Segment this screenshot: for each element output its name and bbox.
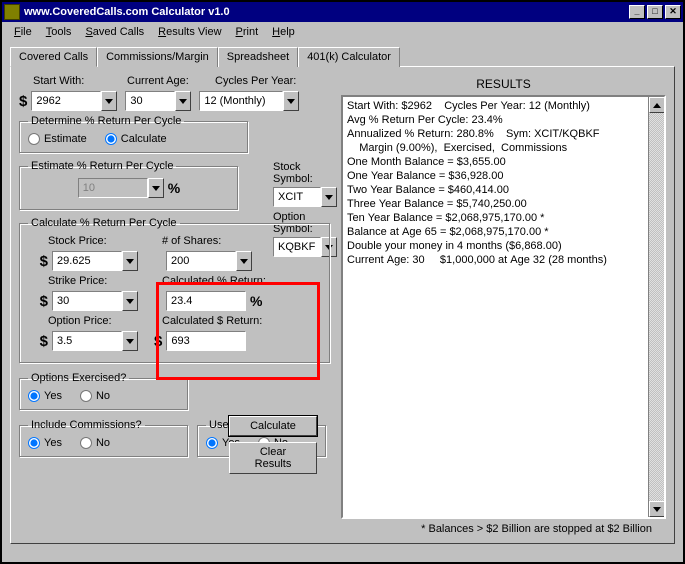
maximize-button[interactable]: □ <box>647 5 663 19</box>
chevron-down-icon[interactable] <box>175 91 191 111</box>
start-with-label: Start With: <box>33 75 84 87</box>
scroll-up-icon[interactable] <box>649 97 665 113</box>
shares-combo[interactable] <box>166 251 252 271</box>
menubar: File Tools Saved Calls Results View Prin… <box>2 22 683 42</box>
option-price-combo[interactable] <box>52 331 138 351</box>
app-window: www.CoveredCalls.com Calculator v1.0 _ □… <box>0 0 685 564</box>
options-exercised-group: Options Exercised? Yes No <box>19 372 189 411</box>
chevron-down-icon[interactable] <box>122 291 138 311</box>
scrollbar[interactable] <box>648 97 664 517</box>
close-button[interactable]: ✕ <box>665 5 681 19</box>
current-age-combo[interactable] <box>125 91 191 111</box>
menu-print[interactable]: Print <box>230 24 265 40</box>
stock-price-input[interactable] <box>52 251 122 271</box>
chevron-down-icon[interactable] <box>236 251 252 271</box>
stock-price-label: Stock Price: <box>48 235 107 247</box>
radio-calculate[interactable]: Calculate <box>105 133 167 145</box>
opts-ex-yes[interactable]: Yes <box>28 390 62 402</box>
percent-icon: % <box>250 293 262 309</box>
tab-panel: Start With: Current Age: Cycles Per Year… <box>10 66 675 544</box>
clear-results-button[interactable]: Clear Results <box>229 442 317 474</box>
stock-price-combo[interactable] <box>52 251 138 271</box>
inc-comm-legend: Include Commissions? <box>28 419 145 431</box>
stock-symbol-label: Stock Symbol: <box>273 161 343 185</box>
option-price-input[interactable] <box>52 331 122 351</box>
estimate-combo[interactable] <box>78 178 164 198</box>
scroll-down-icon[interactable] <box>649 501 665 517</box>
strike-price-combo[interactable] <box>52 291 138 311</box>
menu-file[interactable]: File <box>8 24 38 40</box>
titlebar: www.CoveredCalls.com Calculator v1.0 _ □… <box>2 2 683 22</box>
chevron-down-icon[interactable] <box>122 251 138 271</box>
dollar-sign-icon: $ <box>40 333 48 350</box>
calc-pct-label: Calculated % Return: <box>162 275 266 287</box>
cycles-label: Cycles Per Year: <box>215 75 296 87</box>
inc-comm-yes[interactable]: Yes <box>28 437 62 449</box>
shares-input[interactable] <box>166 251 236 271</box>
dollar-sign-icon: $ <box>40 253 48 270</box>
left-pane: Start With: Current Age: Cycles Per Year… <box>19 75 331 535</box>
calculate-group: Calculate % Return Per Cycle Stock Price… <box>19 217 331 364</box>
footnote: * Balances > $2 Billion are stopped at $… <box>341 519 666 535</box>
tab-strip: Covered Calls Commissions/Margin Spreads… <box>10 47 675 67</box>
menu-results-view[interactable]: Results View <box>152 24 227 40</box>
calc-dollar-output <box>166 331 246 351</box>
option-price-label: Option Price: <box>48 315 112 327</box>
scroll-track[interactable] <box>649 113 664 501</box>
results-heading: RESULTS <box>341 75 666 95</box>
percent-icon: % <box>168 180 180 196</box>
tab-401k[interactable]: 401(k) Calculator <box>298 47 400 67</box>
tab-spreadsheet[interactable]: Spreadsheet <box>218 47 298 67</box>
stock-symbol-input[interactable] <box>273 187 321 207</box>
opts-ex-no[interactable]: No <box>80 390 110 402</box>
stock-symbol-combo[interactable] <box>273 187 343 207</box>
menu-help[interactable]: Help <box>266 24 301 40</box>
estimate-legend: Estimate % Return Per Cycle <box>28 160 176 172</box>
determine-legend: Determine % Return Per Cycle <box>28 115 184 127</box>
determine-group: Determine % Return Per Cycle Estimate Ca… <box>19 115 249 154</box>
strike-price-label: Strike Price: <box>48 275 107 287</box>
minimize-button[interactable]: _ <box>629 5 645 19</box>
cycles-combo[interactable] <box>199 91 299 111</box>
chevron-down-icon[interactable] <box>321 187 337 207</box>
calculate-legend: Calculate % Return Per Cycle <box>28 217 180 229</box>
start-with-combo[interactable] <box>31 91 117 111</box>
shares-label: # of Shares: <box>162 235 221 247</box>
inc-comm-no[interactable]: No <box>80 437 110 449</box>
calc-pct-output <box>166 291 246 311</box>
tab-commissions[interactable]: Commissions/Margin <box>97 47 218 67</box>
chevron-down-icon[interactable] <box>101 91 117 111</box>
opts-ex-legend: Options Exercised? <box>28 372 129 384</box>
dollar-sign-icon: $ <box>154 333 162 350</box>
calc-dollar-label: Calculated $ Return: <box>162 315 262 327</box>
current-age-label: Current Age: <box>127 75 189 87</box>
results-text: Start With: $2962 Cycles Per Year: 12 (M… <box>347 99 660 267</box>
menu-saved-calls[interactable]: Saved Calls <box>79 24 150 40</box>
calculate-button[interactable]: Calculate <box>229 416 317 436</box>
results-box: Start With: $2962 Cycles Per Year: 12 (M… <box>341 95 666 519</box>
chevron-down-icon[interactable] <box>122 331 138 351</box>
dollar-sign-icon: $ <box>40 293 48 310</box>
include-commissions-group: Include Commissions? Yes No <box>19 419 189 458</box>
strike-price-input[interactable] <box>52 291 122 311</box>
radio-estimate[interactable]: Estimate <box>28 133 87 145</box>
app-icon <box>4 4 20 20</box>
window-title: www.CoveredCalls.com Calculator v1.0 <box>24 6 629 18</box>
tab-covered-calls[interactable]: Covered Calls <box>10 47 97 67</box>
cycles-input[interactable] <box>199 91 283 111</box>
dollar-sign-icon: $ <box>19 93 27 110</box>
current-age-input[interactable] <box>125 91 175 111</box>
menu-tools[interactable]: Tools <box>40 24 78 40</box>
chevron-down-icon[interactable] <box>148 178 164 198</box>
estimate-group: Estimate % Return Per Cycle % <box>19 160 239 211</box>
right-pane: RESULTS Start With: $2962 Cycles Per Yea… <box>341 75 666 535</box>
start-with-input[interactable] <box>31 91 101 111</box>
chevron-down-icon[interactable] <box>283 91 299 111</box>
estimate-input <box>78 178 148 198</box>
